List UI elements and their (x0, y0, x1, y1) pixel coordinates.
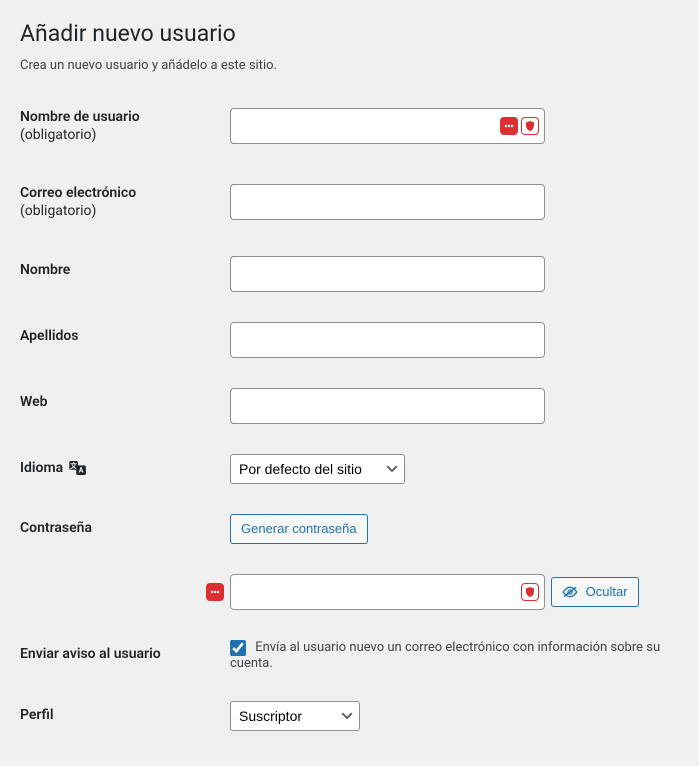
hide-password-button[interactable]: Ocultar (551, 577, 639, 607)
role-select[interactable]: Suscriptor (230, 701, 360, 731)
language-select[interactable]: Por defecto del sitio (230, 454, 405, 484)
password-label: Contraseña (20, 520, 92, 536)
email-input[interactable] (230, 184, 545, 220)
username-label: Nombre de usuario (obligatorio) (20, 109, 140, 143)
role-label: Perfil (20, 707, 53, 723)
page-title: Añadir nuevo usuario (20, 10, 679, 53)
send-notice-checkbox-wrap[interactable]: Envía al usuario nuevo un correo electró… (230, 640, 660, 671)
svg-text:A: A (78, 466, 83, 474)
website-label: Web (20, 394, 48, 410)
language-label: Idioma 文A (20, 460, 87, 476)
username-input[interactable] (230, 108, 545, 144)
lastname-input[interactable] (230, 322, 545, 358)
website-input[interactable] (230, 388, 545, 424)
firstname-input[interactable] (230, 256, 545, 292)
brave-shield-icon[interactable] (521, 583, 539, 601)
generate-password-button[interactable]: Generar contraseña (230, 514, 368, 544)
eye-slash-icon (562, 584, 582, 599)
password-input[interactable] (230, 574, 545, 610)
send-notice-label: Enviar aviso al usuario (20, 646, 161, 662)
brave-shield-icon[interactable] (521, 117, 539, 135)
lastname-label: Apellidos (20, 328, 79, 344)
password-manager-icon[interactable] (206, 583, 224, 601)
page-description: Crea un nuevo usuario y añádelo a este s… (20, 58, 679, 73)
email-label: Correo electrónico (obligatorio) (20, 185, 136, 219)
send-notice-text: Envía al usuario nuevo un correo electró… (230, 640, 660, 671)
firstname-label: Nombre (20, 262, 70, 278)
send-notice-checkbox[interactable] (230, 640, 246, 656)
translate-icon: 文A (69, 461, 87, 475)
password-manager-icon[interactable] (500, 117, 518, 135)
